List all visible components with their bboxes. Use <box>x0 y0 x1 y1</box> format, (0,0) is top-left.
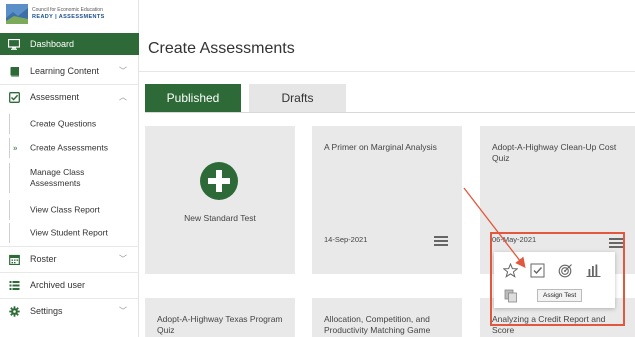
divider <box>0 272 139 273</box>
annotation-highlight-box <box>490 232 625 326</box>
chevron-down-icon: ﹀ <box>119 66 127 76</box>
calendar-icon <box>8 253 20 265</box>
sidebar-subitem-manage-class-assessments[interactable]: Manage Class Assessments <box>9 163 148 193</box>
add-icon[interactable] <box>200 162 238 200</box>
gear-icon <box>8 305 20 317</box>
sidebar-subitem-view-student-report[interactable]: View Student Report <box>9 223 148 243</box>
tab-published[interactable]: Published <box>145 84 241 112</box>
list-icon <box>8 279 20 291</box>
sidebar-item-label: Assessment <box>30 92 80 102</box>
main-content: Create Assessments Published Drafts New … <box>139 0 635 337</box>
assessment-title: Adopt-A-Highway Clean-Up Cost Quiz <box>492 142 617 163</box>
logo-mark-icon <box>6 4 28 24</box>
sidebar-item-label: Dashboard <box>30 39 75 49</box>
monitor-icon <box>8 38 20 50</box>
sidebar-subitem-create-questions[interactable]: Create Questions <box>9 114 148 134</box>
assessment-title: Allocation, Competition, and Productivit… <box>324 314 431 335</box>
logo-org-name: Council for Economic Education <box>32 7 103 13</box>
hamburger-menu-icon[interactable] <box>434 236 448 246</box>
sidebar-item-label: Roster <box>30 254 57 264</box>
sidebar-item-assessment[interactable]: Assessment ︿ <box>0 86 139 108</box>
page-title: Create Assessments <box>148 40 295 57</box>
current-page-marker-icon: » <box>13 143 18 153</box>
divider <box>0 84 139 85</box>
sidebar-item-roster[interactable]: Roster ﹀ <box>0 248 139 270</box>
sidebar-item-label: Learning Content <box>30 66 100 76</box>
assessment-title: A Primer on Marginal Analysis <box>324 142 437 152</box>
sidebar-subitem-label: Create Assessments <box>30 142 108 153</box>
sidebar: Council for Economic Education READY | A… <box>0 0 139 337</box>
sidebar-subitem-label: View Student Report <box>30 227 108 238</box>
assessment-card[interactable]: Allocation, Competition, and Productivit… <box>312 298 462 337</box>
assessment-card[interactable]: Adopt-A-Highway Texas Program Quiz <box>145 298 295 337</box>
sidebar-item-settings[interactable]: Settings ﹀ <box>0 300 139 322</box>
sidebar-subitem-label: Create Questions <box>30 118 97 129</box>
sidebar-item-label: Settings <box>30 306 63 316</box>
sidebar-item-label: Archived user <box>30 280 86 290</box>
chevron-down-icon: ﹀ <box>119 254 127 264</box>
tab-drafts[interactable]: Drafts <box>249 84 346 112</box>
sidebar-item-dashboard[interactable]: Dashboard <box>0 33 139 55</box>
sidebar-subitem-create-assessments[interactable]: » Create Assessments <box>9 138 148 158</box>
sidebar-subitem-label: View Class Report <box>30 204 100 215</box>
divider <box>139 71 635 72</box>
checkbox-icon <box>8 91 20 103</box>
new-standard-test-label: New Standard Test <box>184 213 256 223</box>
book-icon <box>8 65 20 77</box>
chevron-down-icon: ﹀ <box>119 306 127 316</box>
chevron-up-icon: ︿ <box>119 92 127 102</box>
assessment-title: Adopt-A-Highway Texas Program Quiz <box>157 314 283 335</box>
logo[interactable]: Council for Economic Education READY | A… <box>6 4 134 26</box>
sidebar-item-archived-user[interactable]: Archived user <box>0 274 139 296</box>
divider <box>145 112 635 113</box>
divider <box>0 246 139 247</box>
logo-product-name: READY | ASSESSMENTS <box>32 14 105 20</box>
sidebar-subitem-view-class-report[interactable]: View Class Report <box>9 200 148 220</box>
new-standard-test-card[interactable]: New Standard Test <box>145 126 295 274</box>
sidebar-subitem-label: Manage Class Assessments <box>30 167 85 188</box>
divider <box>0 298 139 299</box>
assessment-date: 14-Sep-2021 <box>324 235 368 244</box>
sidebar-item-learning-content[interactable]: Learning Content ﹀ <box>0 60 139 82</box>
assessment-card[interactable]: A Primer on Marginal Analysis 14-Sep-202… <box>312 126 462 274</box>
